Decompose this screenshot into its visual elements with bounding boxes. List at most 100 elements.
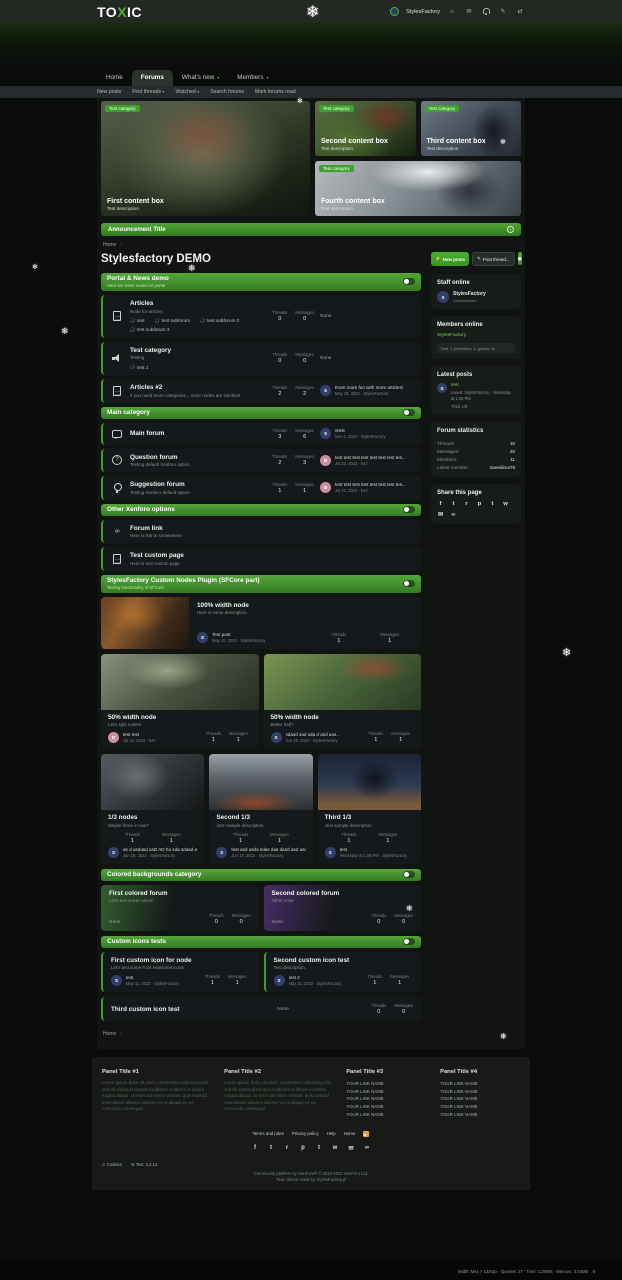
- compose-icon[interactable]: ✎: [498, 8, 508, 15]
- email-icon[interactable]: ✉: [437, 512, 444, 518]
- node-title[interactable]: First custom icon for node: [111, 957, 251, 964]
- subforum-link[interactable]: test 1: [130, 364, 149, 370]
- node-title[interactable]: Third custom icon test: [111, 1006, 277, 1013]
- subforum-link[interactable]: test subforum 3: [130, 327, 169, 333]
- alerts-bell-icon[interactable]: [481, 8, 491, 16]
- subforum-link[interactable]: test subforum: [155, 318, 190, 324]
- forum-node-second-colored[interactable]: Second colored forum Other color. None T…: [264, 885, 422, 931]
- node-title[interactable]: Second colored forum: [272, 890, 414, 897]
- footer-link[interactable]: YOUR LINK NAME: [346, 1095, 426, 1103]
- subnav-find-threads[interactable]: Find threads ▾: [132, 89, 164, 95]
- category-header-colored[interactable]: Colored backgrounds category: [101, 869, 421, 881]
- forum-node-50-width-1[interactable]: 50% width node Let's split nodes! B test…: [101, 654, 259, 750]
- version-button[interactable]: ⚒ Test: 2.2.12: [131, 1162, 158, 1167]
- user-avatar[interactable]: [390, 7, 399, 16]
- node-title[interactable]: Forum link: [130, 525, 414, 532]
- avatar[interactable]: S: [274, 975, 285, 986]
- node-title[interactable]: Third 1/3: [325, 814, 414, 821]
- collapse-toggle[interactable]: [403, 938, 415, 945]
- tumblr-icon[interactable]: t: [316, 1145, 323, 1152]
- content-box-third[interactable]: Test category Third content boxTest desc…: [421, 101, 522, 156]
- cookies-button[interactable]: ⊙ Cookies: [102, 1162, 122, 1167]
- breadcrumb-home[interactable]: Home: [103, 242, 116, 248]
- latest-post-title[interactable]: test asd asda sdas das dasd asd asd...: [231, 847, 305, 852]
- node-title[interactable]: Test custom page: [130, 552, 414, 559]
- node-title[interactable]: Test category: [130, 347, 266, 354]
- forum-tools-button[interactable]: ◉: [518, 252, 522, 265]
- node-title[interactable]: 50% width node: [271, 714, 415, 721]
- xenforo-copyright[interactable]: Community platform by XenForo® © 2010-20…: [102, 1171, 520, 1178]
- whatsapp-icon[interactable]: w: [502, 501, 509, 507]
- post-thread-button[interactable]: ✎Post thread...: [472, 252, 515, 266]
- avatar[interactable]: S: [325, 847, 336, 858]
- twitter-icon[interactable]: t: [268, 1145, 275, 1152]
- avatar[interactable]: S: [216, 847, 227, 858]
- announcement-banner[interactable]: Announcement Title i: [101, 223, 521, 236]
- category-badge[interactable]: Test category: [105, 105, 140, 112]
- help-link[interactable]: Help: [327, 1131, 336, 1136]
- subforum-link[interactable]: test: [130, 318, 145, 324]
- avatar[interactable]: S: [320, 385, 331, 396]
- node-title[interactable]: 1/3 nodes: [108, 814, 197, 821]
- account-menu[interactable]: StylesFactory: [406, 9, 440, 15]
- latest-post-link[interactable]: test: [451, 383, 515, 388]
- footer-link[interactable]: YOUR LINK NAME: [440, 1111, 520, 1119]
- privacy-link[interactable]: Privacy policy: [292, 1131, 319, 1136]
- link-icon[interactable]: ∞: [364, 1145, 371, 1152]
- subnav-watched[interactable]: Watched ▾: [176, 89, 200, 95]
- subnav-new-posts[interactable]: New posts: [97, 89, 121, 95]
- latest-post-title[interactable]: test 2: [289, 975, 342, 980]
- style-light-icon[interactable]: ☼: [447, 9, 457, 15]
- node-title[interactable]: Articles: [130, 300, 266, 307]
- reddit-icon[interactable]: r: [284, 1145, 291, 1152]
- footer-link[interactable]: YOUR LINK NAME: [440, 1095, 520, 1103]
- collapse-toggle[interactable]: [403, 580, 415, 587]
- content-box-second[interactable]: Test category Second content boxTest des…: [315, 101, 416, 156]
- latest-post-title[interactable]: test test test test test test test tes..…: [335, 455, 406, 460]
- category-header-other[interactable]: Other Xenforo options: [101, 504, 421, 516]
- collapse-toggle[interactable]: [403, 871, 415, 878]
- forum-node-articles[interactable]: Articles Node for articles test test sub…: [101, 295, 421, 338]
- shuffle-icon[interactable]: ⇄: [515, 8, 525, 15]
- forum-node-suggestion-forum[interactable]: Suggestion forum Testing Xenforo default…: [101, 476, 421, 500]
- forum-node-first-custom-icon[interactable]: First custom icon for node Let's test so…: [101, 952, 259, 993]
- twitter-icon[interactable]: t: [450, 501, 457, 507]
- content-box-first[interactable]: Test category First content boxTest desc…: [101, 101, 310, 216]
- footer-link[interactable]: YOUR LINK NAME: [440, 1080, 520, 1088]
- latest-post-title[interactable]: Test post: [212, 632, 265, 637]
- site-logo[interactable]: TOXIC: [97, 4, 142, 20]
- node-title[interactable]: Second 1/3: [216, 814, 305, 821]
- subforum-link[interactable]: test subforum 2: [200, 318, 239, 324]
- latest-post-title[interactable]: test: [126, 975, 179, 980]
- latest-post-title[interactable]: as d asdasd asD AD ha sda sdasd as..: [123, 847, 197, 852]
- subnav-mark-read[interactable]: Mark forums read: [255, 89, 296, 95]
- footer-link[interactable]: YOUR LINK NAME: [440, 1103, 520, 1111]
- theme-credit[interactable]: Toxic theme made by StylesFactory.pl: [102, 1177, 520, 1184]
- forum-node-second-custom-icon[interactable]: Second custom icon test Test description…: [264, 952, 422, 993]
- footer-link[interactable]: YOUR LINK NAME: [440, 1088, 520, 1096]
- conversations-icon[interactable]: ✉: [464, 8, 474, 15]
- collapse-toggle[interactable]: [403, 409, 415, 416]
- node-title[interactable]: Articles #2: [130, 384, 266, 391]
- forum-node-100-width[interactable]: 100% width node Here is some description…: [101, 597, 421, 649]
- collapse-toggle[interactable]: [403, 278, 415, 285]
- avatar[interactable]: S: [197, 632, 208, 643]
- forum-node-custom-page[interactable]: Test custom page Here is test custom pag…: [101, 547, 421, 571]
- footer-link[interactable]: YOUR LINK NAME: [346, 1088, 426, 1096]
- breadcrumb-home[interactable]: Home: [103, 1031, 116, 1037]
- pinterest-icon[interactable]: p: [476, 501, 483, 507]
- avatar[interactable]: S: [111, 975, 122, 986]
- debug-stats[interactable]: Width: Max > 1320px · Queries: 27 · Time…: [458, 1269, 588, 1274]
- subnav-search-forums[interactable]: Search forums: [210, 89, 244, 95]
- forum-node-question-forum[interactable]: ? Question forum Testing default Xenforo…: [101, 449, 421, 473]
- forum-node-third-custom-icon[interactable]: Third custom icon test None Threads0 Mes…: [101, 997, 421, 1021]
- latest-member-link[interactable]: saeedima79: [490, 465, 515, 470]
- node-title[interactable]: Question forum: [130, 454, 266, 461]
- new-posts-button[interactable]: ⚡New posts: [431, 252, 469, 266]
- category-badge[interactable]: Test category: [425, 105, 460, 112]
- forum-node-50-width-2[interactable]: 50% width node Better half? S sdasd sad …: [264, 654, 422, 750]
- tab-members[interactable]: Members▾: [228, 70, 277, 86]
- avatar[interactable]: S: [271, 732, 282, 743]
- footer-link[interactable]: YOUR LINK NAME: [346, 1111, 426, 1119]
- latest-post-forum[interactable]: Third 1/3: [451, 404, 515, 409]
